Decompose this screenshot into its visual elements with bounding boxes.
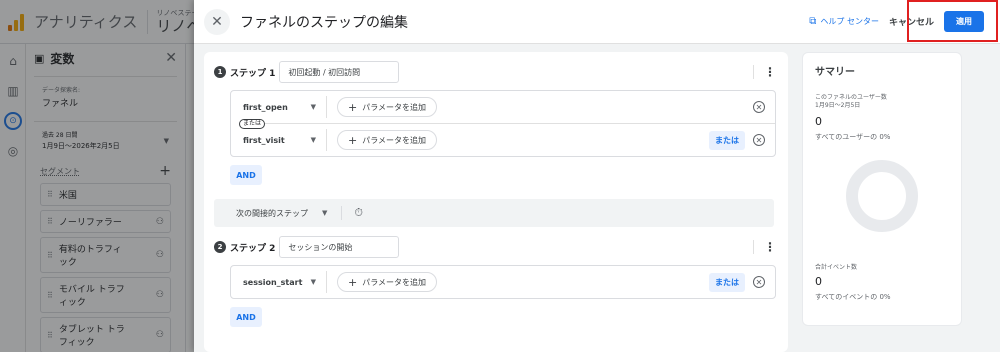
step-name-input[interactable]: 初回起動 / 初回訪問 <box>279 61 400 83</box>
chevron-down-icon: ▼ <box>322 209 328 217</box>
condition-row: first_open ▼ + パラメータを追加 ✕ <box>231 91 775 123</box>
add-parameter-button[interactable]: + パラメータを追加 <box>337 97 437 117</box>
remove-condition-icon[interactable]: ✕ <box>753 134 765 146</box>
step-name-input[interactable]: セッションの開始 <box>279 236 400 258</box>
condition-row: session_start ▼ + パラメータを追加 または ✕ <box>231 266 775 298</box>
remove-condition-icon[interactable]: ✕ <box>753 101 765 113</box>
users-metric-percent: すべてのユーザーの 0% <box>815 132 891 141</box>
step-label: ステップ 2 <box>230 243 276 254</box>
apply-button[interactable]: 適用 <box>944 11 984 32</box>
event-name: first_open <box>243 102 288 112</box>
indirect-step-selector[interactable]: 次の間接的ステップ ▼ ⏱ <box>214 199 774 227</box>
step-number: 2 <box>214 241 226 253</box>
events-metric-value: 0 <box>815 274 822 288</box>
open-in-new-icon: ⧉ <box>809 16 817 27</box>
and-button[interactable]: AND <box>230 165 262 185</box>
users-metric-label: このファネルのユーザー数 1月9日～2月5日 <box>815 94 949 111</box>
funnel-steps-editor-drawer: ✕ ファネルのステップの編集 ⧉ ヘルプ センター キャンセル 適用 1 ステッ… <box>194 0 1000 352</box>
add-parameter-button[interactable]: + パラメータを追加 <box>337 130 437 150</box>
event-selector[interactable]: first_visit ▼ <box>231 129 327 151</box>
events-metric-percent: すべてのイベントの 0% <box>815 292 891 301</box>
event-selector[interactable]: session_start ▼ <box>231 271 327 293</box>
users-metric-value: 0 <box>815 114 822 128</box>
more-vert-icon[interactable]: ⋮ <box>753 240 776 254</box>
more-vert-icon[interactable]: ⋮ <box>753 65 776 79</box>
timer-off-icon[interactable]: ⏱ <box>341 206 363 220</box>
help-center-label: ヘルプ センター <box>820 17 879 26</box>
users-metric-date: 1月9日～2月5日 <box>815 102 861 110</box>
remove-condition-icon[interactable]: ✕ <box>753 276 765 288</box>
chevron-down-icon: ▼ <box>310 136 316 144</box>
step-conditions: session_start ▼ + パラメータを追加 または ✕ <box>230 265 776 299</box>
add-parameter-label: パラメータを追加 <box>362 135 426 145</box>
add-icon: + <box>348 133 358 147</box>
indirect-step-label: 次の間接的ステップ <box>236 208 308 218</box>
drawer-title: ファネルのステップの編集 <box>240 14 408 31</box>
users-donut-chart <box>846 159 918 232</box>
or-divider-badge: または <box>239 119 266 129</box>
step-header: 2 ステップ 2 セッションの開始 ⋮ <box>204 235 788 259</box>
drawer-header: ✕ ファネルのステップの編集 ⧉ ヘルプ センター キャンセル 適用 <box>194 0 1000 44</box>
step-header: 1 ステップ 1 初回起動 / 初回訪問 ⋮ <box>204 60 788 84</box>
step-number: 1 <box>214 66 226 78</box>
events-metric-label: 合計イベント数 <box>815 263 858 271</box>
users-metric-label-line: このファネルのユーザー数 <box>815 94 887 101</box>
and-button[interactable]: AND <box>230 307 262 327</box>
chevron-down-icon: ▼ <box>310 103 316 111</box>
help-center-link[interactable]: ⧉ ヘルプ センター <box>809 16 879 27</box>
step-conditions: first_open ▼ + パラメータを追加 ✕ または first_visi… <box>230 90 776 157</box>
condition-row: first_visit ▼ + パラメータを追加 または ✕ <box>231 124 775 156</box>
or-button[interactable]: または <box>709 272 745 292</box>
add-icon: + <box>348 275 358 289</box>
close-drawer-button[interactable]: ✕ <box>204 8 230 35</box>
or-button[interactable]: または <box>709 130 745 150</box>
summary-panel: サマリー このファネルのユーザー数 1月9日～2月5日 0 すべてのユーザーの … <box>802 52 962 326</box>
event-name: first_visit <box>243 135 285 145</box>
event-selector[interactable]: first_open ▼ <box>231 96 327 118</box>
add-parameter-label: パラメータを追加 <box>362 102 426 112</box>
close-icon: ✕ <box>211 13 223 30</box>
add-parameter-label: パラメータを追加 <box>362 277 426 287</box>
chevron-down-icon: ▼ <box>310 278 316 286</box>
steps-card: 1 ステップ 1 初回起動 / 初回訪問 ⋮ first_open ▼ + パラ… <box>204 52 788 352</box>
event-name: session_start <box>243 277 303 287</box>
add-parameter-button[interactable]: + パラメータを追加 <box>337 272 437 292</box>
summary-title: サマリー <box>815 67 855 78</box>
add-icon: + <box>348 100 358 114</box>
step-label: ステップ 1 <box>230 68 276 79</box>
cancel-button[interactable]: キャンセル <box>889 15 934 28</box>
